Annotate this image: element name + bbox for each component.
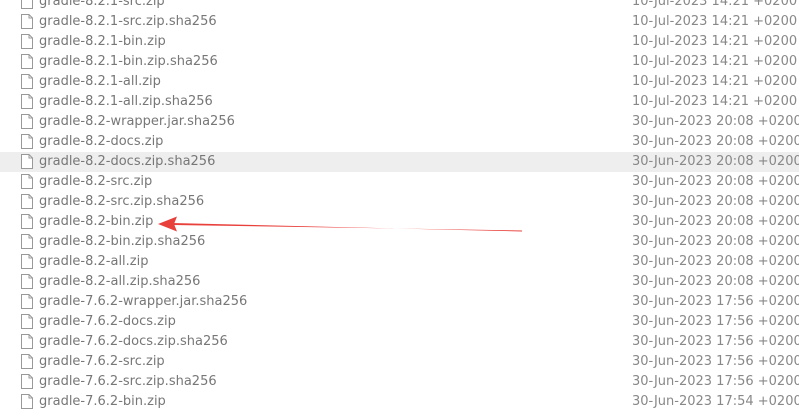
file-link[interactable]: gradle-7.6.2-src.zip — [39, 352, 165, 372]
file-link[interactable]: gradle-8.2-bin.zip.sha256 — [39, 232, 205, 252]
file-date: 30-Jun-2023 20:08 +0200 — [632, 174, 799, 189]
file-icon — [21, 294, 33, 309]
list-item: gradle-8.2-docs.zip 30-Jun-2023 20:08 +0… — [0, 132, 799, 152]
file-date: 10-Jul-2023 14:21 +0200 — [632, 94, 798, 109]
file-icon — [21, 394, 33, 409]
list-item: gradle-8.2-wrapper.jar.sha256 30-Jun-202… — [0, 112, 799, 132]
file-date: 30-Jun-2023 17:56 +0200 — [632, 374, 799, 389]
file-date: 30-Jun-2023 20:08 +0200 — [632, 114, 799, 129]
file-date: 30-Jun-2023 17:56 +0200 — [632, 294, 799, 309]
file-link[interactable]: gradle-8.2-docs.zip — [39, 132, 163, 152]
file-date: 10-Jul-2023 14:21 +0200 — [632, 0, 798, 9]
file-date: 30-Jun-2023 17:56 +0200 — [632, 314, 799, 329]
file-link[interactable]: gradle-8.2-bin.zip — [39, 212, 153, 232]
file-date: 30-Jun-2023 20:08 +0200 — [632, 214, 799, 229]
file-link[interactable]: gradle-7.6.2-wrapper.jar.sha256 — [39, 292, 247, 312]
file-link[interactable]: gradle-8.2-all.zip — [39, 252, 149, 272]
list-item: gradle-8.2-src.zip 30-Jun-2023 20:08 +02… — [0, 172, 799, 192]
file-icon — [21, 14, 33, 29]
list-item: gradle-7.6.2-docs.zip.sha256 30-Jun-2023… — [0, 332, 799, 352]
list-item: gradle-8.2.1-bin.zip 10-Jul-2023 14:21 +… — [0, 32, 799, 52]
file-icon — [21, 274, 33, 289]
file-icon — [21, 0, 33, 9]
file-icon — [21, 54, 33, 69]
file-icon — [21, 314, 33, 329]
file-link[interactable]: gradle-8.2.1-src.zip — [39, 0, 165, 12]
list-item: gradle-8.2.1-all.zip 10-Jul-2023 14:21 +… — [0, 72, 799, 92]
file-date: 30-Jun-2023 20:08 +0200 — [632, 134, 799, 149]
file-link[interactable]: gradle-7.6.2-docs.zip — [39, 312, 176, 332]
file-icon — [21, 174, 33, 189]
file-link[interactable]: gradle-8.2-docs.zip.sha256 — [39, 152, 215, 172]
file-link[interactable]: gradle-8.2-src.zip.sha256 — [39, 192, 204, 212]
file-date: 10-Jul-2023 14:21 +0200 — [632, 74, 798, 89]
file-icon — [21, 234, 33, 249]
file-link[interactable]: gradle-7.6.2-bin.zip — [39, 392, 166, 412]
list-item: gradle-7.6.2-wrapper.jar.sha256 30-Jun-2… — [0, 292, 799, 312]
file-link[interactable]: gradle-8.2-src.zip — [39, 172, 152, 192]
file-icon — [21, 94, 33, 109]
file-date: 30-Jun-2023 20:08 +0200 — [632, 274, 799, 289]
list-item: gradle-8.2-all.zip 30-Jun-2023 20:08 +02… — [0, 252, 799, 272]
file-listing: gradle-8.2.1-src.zip 10-Jul-2023 14:21 +… — [0, 0, 799, 412]
file-link[interactable]: gradle-8.2.1-all.zip — [39, 72, 161, 92]
file-link[interactable]: gradle-7.6.2-src.zip.sha256 — [39, 372, 217, 392]
file-icon — [21, 214, 33, 229]
list-item: gradle-7.6.2-src.zip.sha256 30-Jun-2023 … — [0, 372, 799, 392]
list-item: gradle-8.2-bin.zip 30-Jun-2023 20:08 +02… — [0, 212, 799, 232]
file-date: 30-Jun-2023 20:08 +0200 — [632, 254, 799, 269]
file-date: 10-Jul-2023 14:21 +0200 — [632, 34, 798, 49]
list-item: gradle-8.2.1-all.zip.sha256 10-Jul-2023 … — [0, 92, 799, 112]
file-date: 30-Jun-2023 20:08 +0200 — [632, 154, 799, 169]
file-date: 10-Jul-2023 14:21 +0200 — [632, 14, 798, 29]
file-date: 30-Jun-2023 17:56 +0200 — [632, 334, 799, 349]
file-link[interactable]: gradle-8.2-wrapper.jar.sha256 — [39, 112, 235, 132]
file-date: 30-Jun-2023 17:56 +0200 — [632, 354, 799, 369]
file-date: 30-Jun-2023 17:54 +0200 — [632, 394, 799, 409]
list-item-highlighted: gradle-8.2-docs.zip.sha256 30-Jun-2023 2… — [0, 152, 799, 172]
file-icon — [21, 194, 33, 209]
file-icon — [21, 374, 33, 389]
file-date: 30-Jun-2023 20:08 +0200 — [632, 234, 799, 249]
list-item: gradle-7.6.2-src.zip 30-Jun-2023 17:56 +… — [0, 352, 799, 372]
file-link[interactable]: gradle-7.6.2-docs.zip.sha256 — [39, 332, 228, 352]
file-date: 30-Jun-2023 20:08 +0200 — [632, 194, 799, 209]
file-icon — [21, 34, 33, 49]
file-link[interactable]: gradle-8.2.1-bin.zip — [39, 32, 166, 52]
list-item: gradle-8.2.1-src.zip.sha256 10-Jul-2023 … — [0, 12, 799, 32]
file-icon — [21, 334, 33, 349]
list-item: gradle-8.2.1-bin.zip.sha256 10-Jul-2023 … — [0, 52, 799, 72]
list-item: gradle-8.2-bin.zip.sha256 30-Jun-2023 20… — [0, 232, 799, 252]
file-icon — [21, 134, 33, 149]
file-icon — [21, 114, 33, 129]
list-item: gradle-8.2.1-src.zip 10-Jul-2023 14:21 +… — [0, 0, 799, 12]
list-item: gradle-7.6.2-docs.zip 30-Jun-2023 17:56 … — [0, 312, 799, 332]
file-icon — [21, 74, 33, 89]
file-link[interactable]: gradle-8.2-all.zip.sha256 — [39, 272, 200, 292]
file-icon — [21, 254, 33, 269]
list-item: gradle-7.6.2-bin.zip 30-Jun-2023 17:54 +… — [0, 392, 799, 412]
file-link[interactable]: gradle-8.2.1-bin.zip.sha256 — [39, 52, 218, 72]
file-link[interactable]: gradle-8.2.1-all.zip.sha256 — [39, 92, 213, 112]
file-link[interactable]: gradle-8.2.1-src.zip.sha256 — [39, 12, 217, 32]
file-icon — [21, 354, 33, 369]
list-item: gradle-8.2-src.zip.sha256 30-Jun-2023 20… — [0, 192, 799, 212]
file-icon — [21, 154, 33, 169]
list-item: gradle-8.2-all.zip.sha256 30-Jun-2023 20… — [0, 272, 799, 292]
file-date: 10-Jul-2023 14:21 +0200 — [632, 54, 798, 69]
